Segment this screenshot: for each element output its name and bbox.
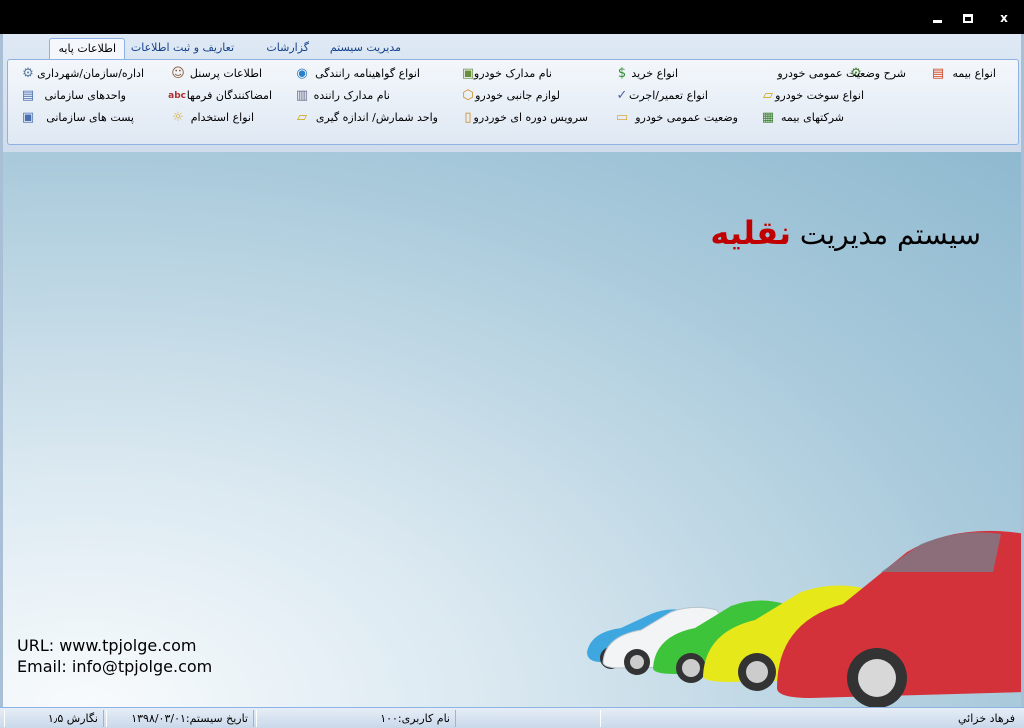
insurance-company-icon: ▦ bbox=[761, 110, 775, 125]
status-user-full-name: فرهاد خزائي bbox=[600, 710, 1020, 727]
minimize-icon bbox=[933, 20, 942, 23]
ribbon-item-repair-types[interactable]: ✓ انواع تعمیر/اجرت bbox=[612, 86, 732, 106]
ribbon-item-vehicle-accessories[interactable]: ⬡ لوازم جانبی خودرو bbox=[458, 86, 608, 106]
contact-url: URL: www.tpjolge.com bbox=[17, 636, 197, 655]
car-red bbox=[777, 530, 1021, 707]
ribbon-item-insurance-types[interactable]: ▤ انواع بیمه bbox=[928, 64, 1016, 84]
organization-icon: ⚙ bbox=[22, 66, 34, 81]
measurement-unit-icon: ▱ bbox=[297, 110, 307, 125]
vehicle-accessories-icon: ⬡ bbox=[462, 88, 474, 103]
ribbon-item-license-types[interactable]: ◉ انواع گواهینامه رانندگی bbox=[292, 64, 442, 84]
license-type-icon: ◉ bbox=[296, 66, 308, 81]
employment-type-icon: ☼ bbox=[172, 110, 184, 125]
org-posts-icon: ▣ bbox=[21, 110, 35, 125]
ribbon-item-measurement-units[interactable]: ▱ واحد شمارش/ اندازه گیری bbox=[292, 108, 442, 128]
ribbon-item-organizations[interactable]: ⚙ اداره/سازمان/شهرداری bbox=[18, 64, 148, 84]
status-username: نام کاربری:۱۰۰ bbox=[256, 710, 456, 727]
ribbon-item-insurance-companies[interactable]: ▦ شرکتهای بیمه bbox=[758, 108, 878, 128]
ribbon-item-purchase-types[interactable]: $ انواع خرید bbox=[612, 64, 732, 84]
main-canvas: سیستم مدیریت نقلیه URL: www.tpjolge.com … bbox=[0, 152, 1024, 707]
status-system-date: تاریخ سیستم:۱۳۹۸/۰۳/۰۱ bbox=[106, 710, 254, 727]
vehicle-status-icon: ▭ bbox=[615, 110, 629, 125]
ribbon-item-personnel[interactable]: ☺ اطلاعات پرسنل bbox=[166, 64, 276, 84]
form-signers-icon: abc bbox=[168, 91, 186, 101]
ribbon-item-periodic-service[interactable]: ▯ سرویس دوره ای خوردرو bbox=[458, 108, 608, 128]
tab-system-management[interactable]: مدیریت سیستم bbox=[322, 38, 409, 60]
ribbon-item-org-posts[interactable]: ▣ پست های سازمانی bbox=[18, 108, 148, 128]
minimize-button[interactable] bbox=[928, 10, 948, 26]
maximize-button[interactable] bbox=[958, 10, 978, 26]
tab-reports[interactable]: گزارشات bbox=[258, 38, 317, 60]
ribbon-item-vehicle-status[interactable]: ▭ وضعیت عمومی خودرو bbox=[612, 108, 742, 128]
cars-illustration bbox=[587, 530, 1021, 707]
driver-documents-icon: ▥ bbox=[295, 88, 309, 103]
ribbon-item-driver-documents[interactable]: ▥ نام مدارک راننده bbox=[292, 86, 442, 106]
org-units-icon: ▤ bbox=[21, 88, 35, 103]
fuel-type-icon: ▱ bbox=[763, 88, 773, 103]
ribbon-tabs: اطلاعات پایه تعاریف و ثبت اطلاعات گزارشا… bbox=[3, 34, 1021, 60]
status-bar: فرهاد خزائي نام کاربری:۱۰۰ تاریخ سیستم:۱… bbox=[0, 707, 1024, 728]
ribbon-item-employment-types[interactable]: ☼ انواع استخدام bbox=[166, 108, 276, 128]
purchase-type-icon: $ bbox=[617, 66, 627, 81]
ribbon-item-fuel-types[interactable]: ▱ انواع سوخت خودرو bbox=[758, 86, 898, 106]
app-title-prefix: سیستم مدیریت bbox=[799, 218, 981, 251]
repair-type-icon: ✓ bbox=[616, 88, 628, 103]
tab-definitions[interactable]: تعاریف و ثبت اطلاعات bbox=[123, 38, 242, 60]
close-button[interactable]: x bbox=[994, 10, 1014, 26]
app-title: سیستم مدیریت نقلیه bbox=[710, 214, 981, 252]
maximize-icon bbox=[963, 14, 973, 23]
contact-email: Email: info@tpjolge.com bbox=[17, 657, 213, 676]
tab-basic-info[interactable]: اطلاعات پایه bbox=[49, 38, 125, 60]
ribbon-panel: ⚙ شرح وضعیت عمومی خودرو ▤ انواع بیمه ▱ ا… bbox=[7, 59, 1019, 145]
personnel-icon: ☺ bbox=[171, 66, 185, 81]
app-title-accent: نقلیه bbox=[710, 214, 791, 252]
ribbon-item-form-signers[interactable]: abc امضاکنندگان فرمها bbox=[166, 86, 276, 106]
insurance-type-icon: ▤ bbox=[931, 66, 945, 81]
ribbon-item-org-units[interactable]: ▤ واحدهای سازمانی bbox=[18, 86, 148, 106]
title-bar: x bbox=[0, 0, 1024, 34]
ribbon-item-vehicle-documents[interactable]: ▣ نام مدارک خودرو bbox=[458, 64, 608, 84]
ribbon: اطلاعات پایه تعاریف و ثبت اطلاعات گزارشا… bbox=[0, 34, 1024, 152]
status-version: نگارش ۱٫۵ bbox=[4, 710, 104, 727]
